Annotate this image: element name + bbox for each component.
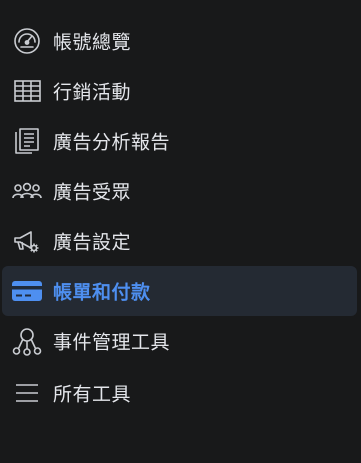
- sidebar-item-events-manager[interactable]: 事件管理工具: [2, 316, 357, 366]
- dashboard-gauge-icon: [12, 26, 42, 56]
- sidebar-item-campaigns[interactable]: 行銷活動: [2, 66, 357, 116]
- credit-card-icon: [12, 276, 42, 306]
- sidebar-item-label: 廣告分析報告: [53, 131, 171, 154]
- sidebar-item-ad-settings[interactable]: 廣告設定: [2, 216, 357, 266]
- sidebar-item-all-tools[interactable]: 所有工具: [2, 368, 357, 418]
- sidebar-item-label: 帳單和付款: [53, 281, 151, 304]
- hamburger-menu-icon: [12, 378, 42, 408]
- sidebar-item-ad-reports[interactable]: 廣告分析報告: [2, 116, 357, 166]
- sidebar-item-label: 所有工具: [53, 383, 132, 406]
- sidebar-item-label: 事件管理工具: [53, 331, 171, 354]
- sidebar-item-label: 廣告受眾: [53, 181, 132, 204]
- sidebar-item-billing[interactable]: 帳單和付款: [2, 266, 357, 316]
- sidebar-item-account-overview[interactable]: 帳號總覽: [2, 16, 357, 66]
- report-pages-icon: [12, 126, 42, 156]
- megaphone-gear-icon: [12, 226, 42, 256]
- event-network-icon: [12, 326, 42, 356]
- sidebar-item-label: 行銷活動: [53, 81, 132, 104]
- sidebar-nav: 帳號總覽 行銷活動 廣告分析報告 廣告受眾 廣告設定 帳單和付款 事件管理工具 …: [0, 0, 361, 463]
- sidebar-item-label: 帳號總覽: [53, 31, 132, 54]
- table-grid-icon: [12, 76, 42, 106]
- sidebar-item-audiences[interactable]: 廣告受眾: [2, 166, 357, 216]
- audience-people-icon: [12, 176, 42, 206]
- sidebar-item-label: 廣告設定: [53, 231, 132, 254]
